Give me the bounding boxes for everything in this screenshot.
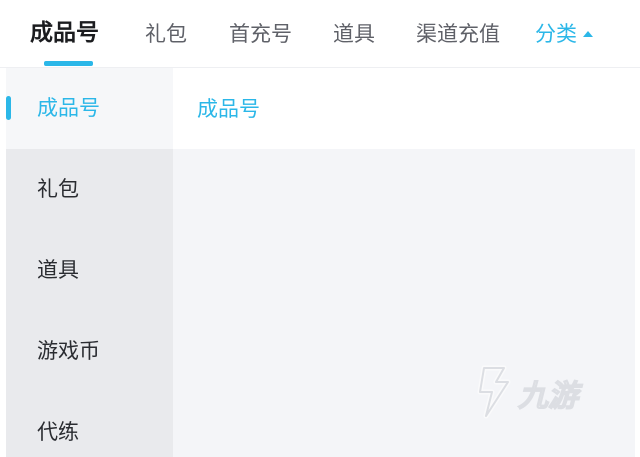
- content-header: 成品号: [173, 68, 635, 149]
- sidebar-item-gift-pack[interactable]: 礼包: [6, 149, 173, 230]
- tab-first-charge-account[interactable]: 首充号: [229, 20, 292, 48]
- sidebar-item-items[interactable]: 道具: [6, 230, 173, 311]
- sidebar-item-label: 代练: [37, 420, 79, 444]
- category-sidebar: 成品号 礼包 道具 游戏币 代练: [6, 68, 173, 457]
- active-item-marker: [6, 96, 11, 120]
- category-toggle-button[interactable]: 分类: [535, 20, 593, 48]
- watermark-text: 九游: [517, 379, 583, 414]
- tab-items[interactable]: 道具: [333, 20, 375, 48]
- content-title: 成品号: [197, 97, 260, 121]
- category-toggle-label: 分类: [535, 22, 577, 46]
- tab-gift-pack[interactable]: 礼包: [145, 20, 187, 48]
- sidebar-item-power-leveling[interactable]: 代练: [6, 392, 173, 457]
- jiuyou-logo-watermark: 九游: [477, 365, 584, 419]
- tab-finished-account[interactable]: 成品号: [30, 19, 99, 47]
- sidebar-item-label: 道具: [37, 258, 79, 282]
- tab-channel-recharge[interactable]: 渠道充值: [416, 20, 500, 48]
- caret-up-icon: [583, 31, 593, 37]
- active-tab-underline: [44, 61, 93, 66]
- sidebar-item-label: 成品号: [37, 96, 100, 120]
- sidebar-item-label: 游戏币: [37, 339, 100, 363]
- sidebar-item-label: 礼包: [37, 177, 79, 201]
- top-tab-bar: 成品号 礼包 首充号 道具 渠道充值 分类: [0, 0, 640, 68]
- sidebar-item-game-currency[interactable]: 游戏币: [6, 311, 173, 392]
- sidebar-item-finished-account[interactable]: 成品号: [6, 68, 173, 149]
